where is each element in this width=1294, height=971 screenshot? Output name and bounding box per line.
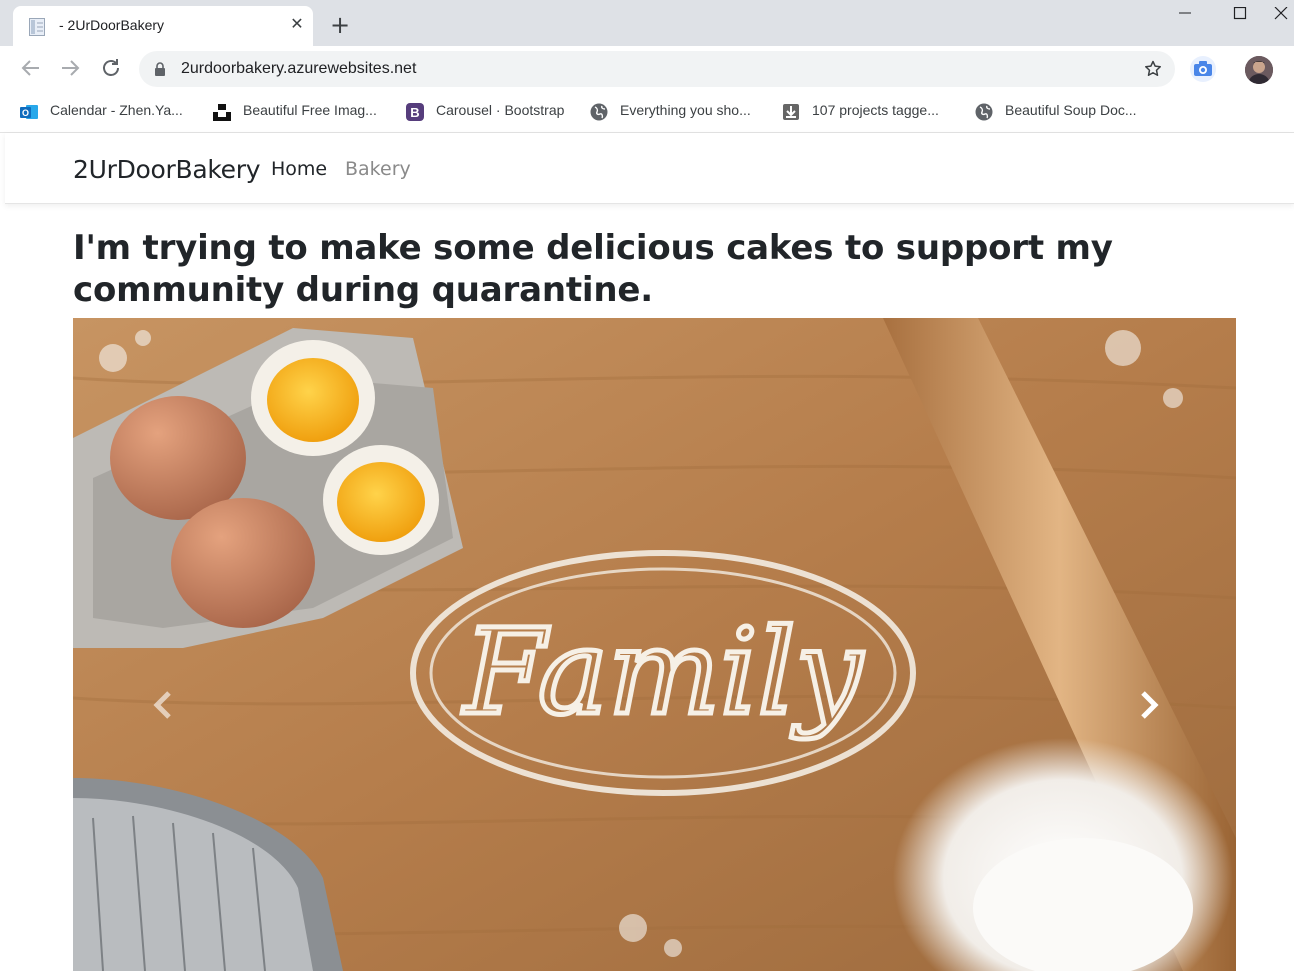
bookmark-label: Beautiful Soup Doc... (1005, 102, 1137, 118)
nav-link-bakery[interactable]: Bakery (345, 158, 411, 180)
bookmark-label: 107 projects tagge... (812, 102, 939, 118)
carousel-next-button[interactable] (1129, 683, 1169, 727)
lock-icon (155, 62, 165, 76)
bookmark-label: Calendar - Zhen.Ya... (50, 102, 183, 118)
reload-button[interactable] (99, 56, 123, 80)
bookmarks-bar: O Calendar - Zhen.Ya... Beautiful Free I… (0, 92, 1294, 133)
reload-icon (103, 59, 119, 76)
carousel-prev-button[interactable] (143, 683, 183, 727)
globe-icon (975, 103, 993, 121)
unsplash-icon (213, 104, 231, 121)
page-headline: I'm trying to make some delicious cakes … (73, 228, 1113, 310)
bookmark-label: Beautiful Free Imag... (243, 102, 377, 118)
minimize-button[interactable] (1162, 0, 1208, 28)
chevron-right-icon (1141, 691, 1159, 719)
globe-icon (590, 103, 608, 121)
svg-text:O: O (22, 108, 29, 118)
maximize-icon (1233, 7, 1247, 20)
minimize-icon (1179, 12, 1191, 14)
back-button[interactable] (19, 56, 43, 80)
bookmark-label: Everything you sho... (620, 102, 751, 118)
outlook-icon: O (20, 105, 38, 119)
bootstrap-icon: B (406, 103, 424, 121)
page-icon (29, 18, 45, 36)
close-window-button[interactable] (1262, 0, 1294, 28)
site-brand-link[interactable]: 2UrDoorBakery (73, 155, 261, 184)
new-tab-button[interactable]: + (328, 13, 352, 38)
carousel-slide-image: Family (73, 318, 1236, 971)
forward-button[interactable] (58, 56, 82, 80)
download-page-icon (783, 104, 799, 120)
camera-icon (1190, 56, 1216, 82)
svg-text:B: B (410, 105, 419, 120)
chevron-left-icon (153, 691, 171, 719)
avatar-icon (1245, 56, 1273, 84)
close-tab-icon[interactable]: ✕ (287, 15, 307, 35)
nav-link-home[interactable]: Home (271, 158, 327, 180)
profile-avatar[interactable] (1245, 56, 1273, 84)
image-carousel: Family (73, 318, 1236, 971)
tab-strip: - 2UrDoorBakery ✕ + (0, 0, 1294, 46)
bookmark-label: Carousel · Bootstrap (436, 102, 565, 118)
arrow-left-icon (21, 60, 39, 76)
arrow-right-icon (62, 60, 80, 76)
address-bar[interactable]: 2urdoorbakery.azurewebsites.net (139, 51, 1175, 87)
browser-tab[interactable]: - 2UrDoorBakery ✕ (13, 6, 313, 46)
bookmark-star-icon[interactable] (1143, 59, 1163, 79)
url-text: 2urdoorbakery.azurewebsites.net (181, 60, 417, 77)
close-icon (1274, 7, 1288, 20)
page-content: 2UrDoorBakery Home Bakery I'm trying to … (0, 133, 1294, 971)
maximize-button[interactable] (1217, 0, 1263, 28)
screenshot-extension-button[interactable] (1188, 55, 1218, 83)
browser-toolbar: 2urdoorbakery.azurewebsites.net (0, 46, 1294, 92)
slide-lettering: Family (462, 603, 864, 741)
tab-title: - 2UrDoorBakery (59, 17, 165, 33)
site-navbar: 2UrDoorBakery Home Bakery (5, 133, 1294, 204)
